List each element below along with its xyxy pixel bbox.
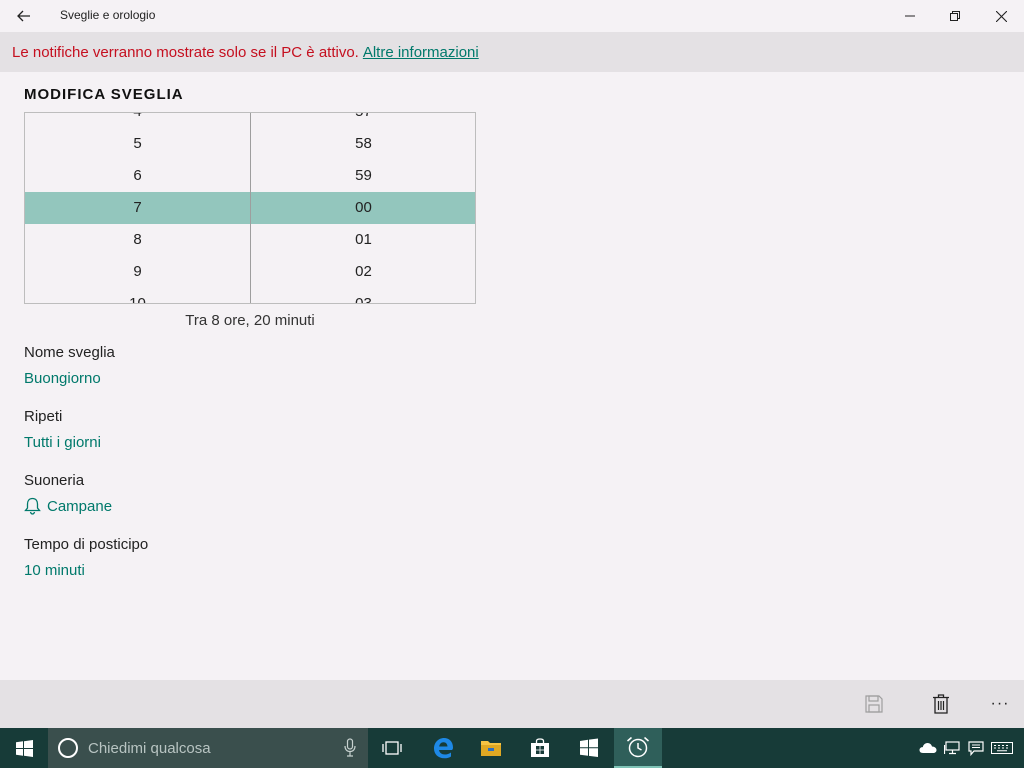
close-button[interactable]: [978, 0, 1024, 32]
alarm-name-field[interactable]: Buongiorno: [24, 370, 101, 387]
more-info-link[interactable]: Altre informazioni: [363, 44, 479, 61]
repeat-selector[interactable]: Tutti i giorni: [24, 434, 101, 451]
repeat-label: Ripeti: [24, 408, 63, 425]
hour-item[interactable]: 9: [25, 256, 250, 288]
notice-text: Le notifiche verranno mostrate solo se i…: [12, 44, 359, 61]
action-center-icon: [968, 740, 984, 756]
hour-item[interactable]: 10: [25, 288, 250, 303]
more-icon: ···: [990, 695, 1010, 712]
minute-item[interactable]: 58: [251, 128, 475, 160]
restore-icon: [950, 11, 960, 21]
alarm-name-label: Nome sveglia: [24, 344, 115, 361]
sound-value: Campane: [47, 497, 113, 515]
edge-browser-icon: [434, 738, 453, 759]
alarm-name-value: Buongiorno: [24, 370, 101, 387]
start-button[interactable]: [0, 728, 48, 768]
sound-selector[interactable]: Campane: [24, 497, 112, 515]
bell-icon: [24, 497, 41, 515]
cortana-icon: [58, 738, 78, 758]
hour-item-selected[interactable]: 7: [25, 192, 250, 224]
keyboard-icon: [991, 742, 1013, 754]
file-explorer-button[interactable]: [467, 728, 515, 768]
store-bag-icon: [531, 738, 549, 757]
alarm-clock-icon: [627, 736, 649, 758]
hour-item[interactable]: 4: [25, 113, 250, 128]
snooze-selector[interactable]: 10 minuti: [24, 562, 85, 579]
trash-icon: [933, 694, 949, 714]
page-title: MODIFICA SVEGLIA: [24, 86, 184, 103]
close-icon: [995, 10, 1007, 22]
folder-icon: [481, 741, 501, 756]
hour-column[interactable]: 4 5 6 7 8 9 10: [25, 113, 250, 303]
windows-logo-icon: [15, 739, 33, 757]
minute-item[interactable]: 01: [251, 224, 475, 256]
taskbar: Chiedimi qualcosa: [0, 728, 1024, 768]
minute-item-selected[interactable]: 00: [251, 192, 475, 224]
save-button[interactable]: [856, 688, 892, 720]
pinned-app-button[interactable]: [565, 728, 613, 768]
minute-item[interactable]: 57: [251, 113, 475, 128]
onedrive-tray-icon[interactable]: [916, 728, 940, 768]
task-view-button[interactable]: [368, 728, 416, 768]
minute-item[interactable]: 59: [251, 160, 475, 192]
title-bar: Sveglie e orologio: [0, 0, 1024, 32]
search-placeholder: Chiedimi qualcosa: [88, 739, 211, 757]
network-icon: [944, 741, 960, 755]
sound-label: Suoneria: [24, 472, 85, 489]
keyboard-tray-icon[interactable]: [990, 728, 1014, 768]
minimize-button[interactable]: [887, 0, 933, 32]
hour-item[interactable]: 5: [25, 128, 250, 160]
delete-button[interactable]: [923, 688, 959, 720]
minute-item[interactable]: 02: [251, 256, 475, 288]
task-view-icon: [382, 741, 402, 755]
windows-flag-icon: [580, 738, 598, 757]
alarms-clock-app-button[interactable]: [614, 728, 662, 768]
restore-button[interactable]: [932, 0, 978, 32]
snooze-value: 10 minuti: [24, 562, 85, 579]
cortana-search-box[interactable]: Chiedimi qualcosa: [48, 728, 368, 768]
more-options-button[interactable]: ···: [982, 688, 1018, 720]
minimize-icon: [905, 15, 915, 17]
minute-item[interactable]: 03: [251, 288, 475, 303]
command-bar: ···: [0, 680, 1024, 728]
save-icon: [865, 695, 883, 713]
snooze-label: Tempo di posticipo: [24, 536, 149, 553]
microphone-icon[interactable]: [344, 738, 356, 758]
time-remaining-text: Tra 8 ore, 20 minuti: [185, 312, 315, 329]
repeat-value: Tutti i giorni: [24, 434, 101, 451]
hour-item[interactable]: 6: [25, 160, 250, 192]
notifications-tray-icon[interactable]: [964, 728, 988, 768]
minute-column[interactable]: 57 58 59 00 01 02 03: [251, 113, 475, 303]
notification-banner: Le notifiche verranno mostrate solo se i…: [0, 32, 1024, 72]
network-tray-icon[interactable]: [940, 728, 964, 768]
cloud-icon: [919, 743, 937, 753]
arrow-left-icon: [17, 10, 30, 22]
time-picker: 4 5 6 7 8 9 10 57 58 59 00 01 02 03: [24, 112, 476, 304]
back-button[interactable]: [10, 4, 38, 28]
edge-button[interactable]: [419, 728, 467, 768]
window-title: Sveglie e orologio: [60, 8, 156, 22]
store-button[interactable]: [516, 728, 564, 768]
hour-item[interactable]: 8: [25, 224, 250, 256]
